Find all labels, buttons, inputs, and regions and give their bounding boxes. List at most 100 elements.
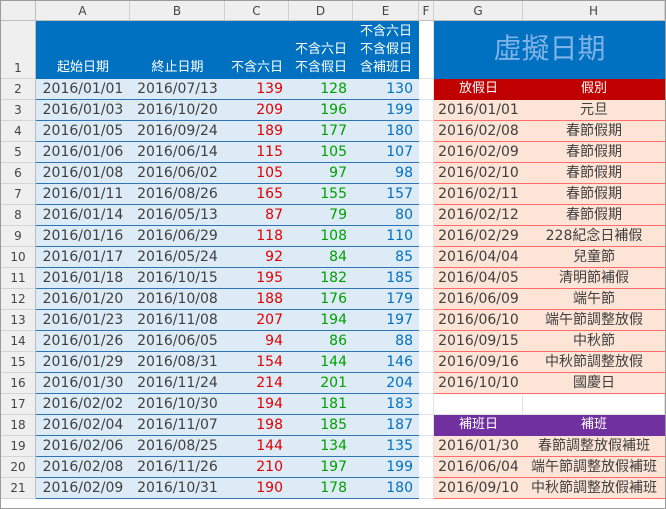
- cell-excl-weekend[interactable]: 190: [225, 478, 289, 499]
- header-start-date[interactable]: 起始日期: [36, 21, 130, 79]
- row-header-21[interactable]: 21: [1, 478, 36, 499]
- cell-f[interactable]: [419, 373, 434, 394]
- cell-incl-makeup[interactable]: 85: [353, 247, 419, 268]
- column-header-b[interactable]: B: [130, 1, 225, 21]
- header-excl-weekend[interactable]: 不含六日: [225, 21, 289, 79]
- row-header-3[interactable]: 3: [1, 100, 36, 121]
- holiday-date-cell[interactable]: 2016/10/10: [434, 373, 523, 394]
- cell-start-date[interactable]: 2016/02/08: [36, 457, 130, 478]
- holiday-date-cell[interactable]: 2016/06/10: [434, 310, 523, 331]
- cell-excl-holiday[interactable]: 79: [289, 205, 353, 226]
- cell-end-date[interactable]: 2016/10/31: [130, 478, 225, 499]
- cell-incl-makeup[interactable]: 179: [353, 289, 419, 310]
- row-header-15[interactable]: 15: [1, 352, 36, 373]
- column-header-f[interactable]: F: [419, 1, 434, 21]
- cell-start-date[interactable]: 2016/01/26: [36, 331, 130, 352]
- cell-excl-weekend[interactable]: 210: [225, 457, 289, 478]
- cell-start-date[interactable]: 2016/02/02: [36, 394, 130, 415]
- holiday-name-cell[interactable]: 春節假期: [523, 184, 665, 205]
- holiday-date-cell[interactable]: 2016/02/09: [434, 142, 523, 163]
- makeup-name-cell[interactable]: 中秋節調整放假補班: [523, 478, 665, 499]
- holiday-date-header[interactable]: 放假日: [434, 79, 523, 100]
- row-header-6[interactable]: 6: [1, 163, 36, 184]
- cell-incl-makeup[interactable]: 197: [353, 310, 419, 331]
- cell-f1[interactable]: [419, 21, 434, 79]
- column-header-d[interactable]: D: [289, 1, 353, 21]
- cell-f[interactable]: [419, 415, 434, 436]
- cell-excl-weekend[interactable]: 144: [225, 436, 289, 457]
- cell-f[interactable]: [419, 310, 434, 331]
- cell-end-date[interactable]: 2016/09/24: [130, 121, 225, 142]
- cell-start-date[interactable]: 2016/01/16: [36, 226, 130, 247]
- cell-excl-weekend[interactable]: 165: [225, 184, 289, 205]
- cell-end-date[interactable]: 2016/11/08: [130, 310, 225, 331]
- cell-incl-makeup[interactable]: 199: [353, 457, 419, 478]
- holiday-date-cell[interactable]: 2016/09/16: [434, 352, 523, 373]
- cell-excl-holiday[interactable]: 177: [289, 121, 353, 142]
- cell-excl-holiday[interactable]: 197: [289, 457, 353, 478]
- cell-end-date[interactable]: 2016/10/08: [130, 289, 225, 310]
- cell-excl-holiday[interactable]: 97: [289, 163, 353, 184]
- row-header-18[interactable]: 18: [1, 415, 36, 436]
- cell-end-date[interactable]: 2016/10/30: [130, 394, 225, 415]
- cell-end-date[interactable]: 2016/06/02: [130, 163, 225, 184]
- cell-excl-weekend[interactable]: 194: [225, 394, 289, 415]
- cell-end-date[interactable]: 2016/10/20: [130, 100, 225, 121]
- cell-end-date[interactable]: 2016/07/13: [130, 79, 225, 100]
- cell-f[interactable]: [419, 205, 434, 226]
- makeup-name-cell[interactable]: 端午節調整放假補班: [523, 457, 665, 478]
- cell-incl-makeup[interactable]: 180: [353, 478, 419, 499]
- cell-start-date[interactable]: 2016/02/04: [36, 415, 130, 436]
- cell-incl-makeup[interactable]: 135: [353, 436, 419, 457]
- row-header-2[interactable]: 2: [1, 79, 36, 100]
- holiday-name-cell[interactable]: 春節假期: [523, 163, 665, 184]
- cell-excl-holiday[interactable]: 194: [289, 310, 353, 331]
- cell-excl-weekend[interactable]: 154: [225, 352, 289, 373]
- cell-excl-weekend[interactable]: 105: [225, 163, 289, 184]
- row-header-10[interactable]: 10: [1, 247, 36, 268]
- cell-incl-makeup[interactable]: 110: [353, 226, 419, 247]
- holiday-name-cell[interactable]: 清明節補假: [523, 268, 665, 289]
- row-header-8[interactable]: 8: [1, 205, 36, 226]
- cell-end-date[interactable]: 2016/05/24: [130, 247, 225, 268]
- cell-start-date[interactable]: 2016/01/01: [36, 79, 130, 100]
- cell-excl-holiday[interactable]: 128: [289, 79, 353, 100]
- column-header-h[interactable]: H: [523, 1, 665, 21]
- cell-incl-makeup[interactable]: 88: [353, 331, 419, 352]
- cell-f[interactable]: [419, 289, 434, 310]
- column-header-c[interactable]: C: [225, 1, 289, 21]
- header-incl-makeup[interactable]: 不含六日 不含假日 含補班日: [353, 21, 419, 79]
- holiday-name-cell[interactable]: 端午節調整放假: [523, 310, 665, 331]
- spreadsheet-grid[interactable]: A B C D E F G H 1 2 3 4 5 6 7 8 9 10 11 12 13 14 15 16 17 18 19 20 2…: [0, 0, 666, 509]
- holiday-name-cell[interactable]: 春節假期: [523, 142, 665, 163]
- cell-excl-holiday[interactable]: 105: [289, 142, 353, 163]
- cell-start-date[interactable]: 2016/01/06: [36, 142, 130, 163]
- holiday-name-cell[interactable]: 春節假期: [523, 121, 665, 142]
- cell-excl-holiday[interactable]: 196: [289, 100, 353, 121]
- holiday-date-cell[interactable]: 2016/02/12: [434, 205, 523, 226]
- row-header-20[interactable]: 20: [1, 457, 36, 478]
- cell-excl-holiday[interactable]: 84: [289, 247, 353, 268]
- cell-f[interactable]: [419, 163, 434, 184]
- cell-excl-weekend[interactable]: 115: [225, 142, 289, 163]
- cell-f[interactable]: [419, 142, 434, 163]
- cell-end-date[interactable]: 2016/06/05: [130, 331, 225, 352]
- cell-incl-makeup[interactable]: 146: [353, 352, 419, 373]
- select-all-corner[interactable]: [1, 1, 36, 21]
- cell-incl-makeup[interactable]: 130: [353, 79, 419, 100]
- row-header-16[interactable]: 16: [1, 373, 36, 394]
- row-header-5[interactable]: 5: [1, 142, 36, 163]
- cell-incl-makeup[interactable]: 199: [353, 100, 419, 121]
- cell-end-date[interactable]: 2016/08/26: [130, 184, 225, 205]
- makeup-date-cell[interactable]: 2016/01/30: [434, 436, 523, 457]
- cell-excl-holiday[interactable]: 182: [289, 268, 353, 289]
- cell-f[interactable]: [419, 352, 434, 373]
- cell-g17[interactable]: [434, 394, 523, 415]
- cell-incl-makeup[interactable]: 107: [353, 142, 419, 163]
- cell-incl-makeup[interactable]: 157: [353, 184, 419, 205]
- cell-excl-holiday[interactable]: 185: [289, 415, 353, 436]
- row-header-13[interactable]: 13: [1, 310, 36, 331]
- holiday-name-cell[interactable]: 國慶日: [523, 373, 665, 394]
- makeup-date-cell[interactable]: 2016/06/04: [434, 457, 523, 478]
- holiday-name-cell[interactable]: 端午節: [523, 289, 665, 310]
